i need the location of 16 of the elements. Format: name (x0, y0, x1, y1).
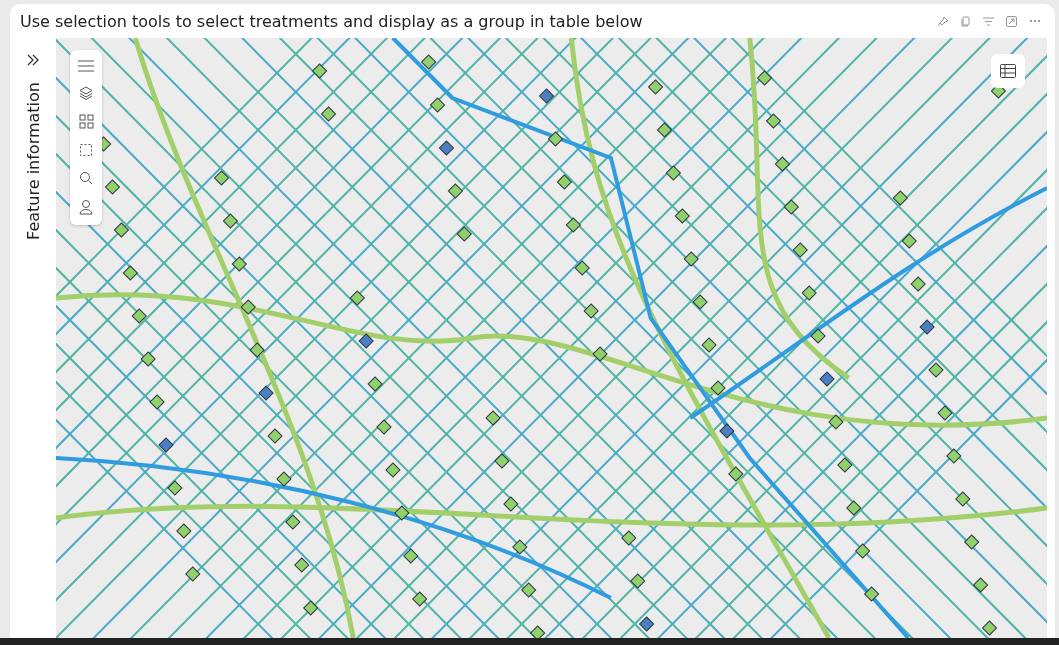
table-icon (1000, 64, 1016, 78)
table-button[interactable] (991, 54, 1025, 88)
selection-icon[interactable] (79, 143, 93, 157)
panel-label[interactable]: Feature information (23, 82, 43, 240)
filter-icon[interactable] (983, 16, 994, 26)
visual-title: Use selection tools to select treatments and display as a group in table below (20, 11, 643, 31)
menu-icon[interactable] (78, 60, 94, 72)
layers-icon[interactable] (79, 86, 93, 100)
copy-icon[interactable] (961, 15, 971, 27)
search-icon[interactable] (79, 171, 93, 185)
focus-mode-icon[interactable] (1006, 15, 1017, 27)
pin-icon[interactable] (938, 15, 949, 27)
grid-icon[interactable] (78, 114, 94, 129)
expand-icon[interactable] (27, 54, 39, 66)
person-icon[interactable] (79, 199, 93, 215)
more-options-icon[interactable] (1029, 19, 1041, 23)
